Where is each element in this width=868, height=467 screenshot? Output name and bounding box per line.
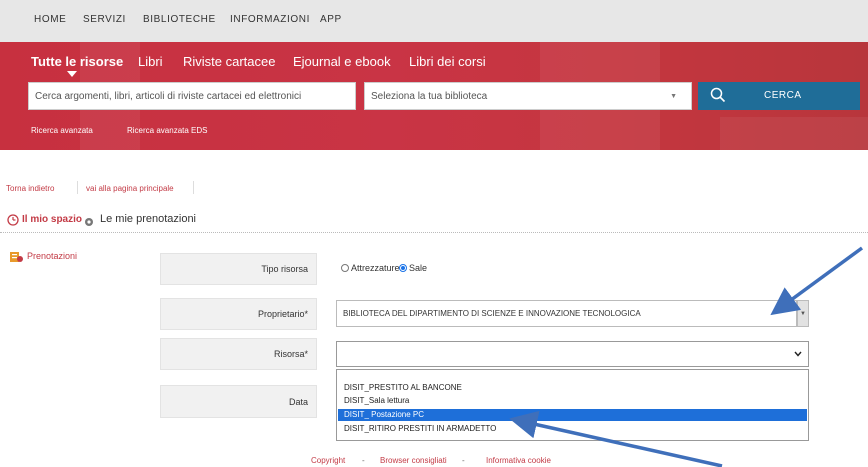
proprietario-label: Proprietario* — [160, 298, 317, 330]
booking-icon — [10, 250, 23, 268]
library-select-value: Seleziona la tua biblioteca — [371, 90, 488, 102]
radio-sale[interactable] — [399, 264, 407, 272]
page-title: Le mie prenotazioni — [100, 213, 197, 225]
search-banner: Tutte le risorse Libri Riviste cartacee … — [0, 42, 868, 150]
library-select[interactable]: Seleziona la tua biblioteca ▼ — [364, 82, 692, 110]
breadcrumb-divider — [77, 181, 78, 194]
data-label: Data — [160, 385, 317, 418]
tab-riviste-cartacee[interactable]: Riviste cartacee — [183, 54, 275, 69]
sidebar-item-prenotazioni[interactable]: Prenotazioni — [27, 251, 77, 261]
proprietario-label-text: Proprietario* — [257, 309, 308, 319]
nav-biblioteche[interactable]: BIBLIOTECHE — [143, 14, 216, 25]
tab-libri-dei-corsi[interactable]: Libri dei corsi — [409, 54, 486, 69]
risorsa-option[interactable]: DISIT_Sala lettura — [338, 395, 807, 407]
footer-separator: - — [462, 456, 465, 465]
browser-consigliati-link[interactable]: Browser consigliati — [380, 456, 447, 465]
active-tab-indicator-icon — [67, 71, 77, 77]
tipo-risorsa-label: Tipo risorsa — [160, 253, 317, 285]
risorsa-label: Risorsa* — [160, 338, 317, 370]
copyright-link[interactable]: Copyright — [311, 456, 345, 465]
breadcrumb-divider — [193, 181, 194, 194]
tab-libri[interactable]: Libri — [138, 54, 163, 69]
back-link[interactable]: Torna indietro — [6, 184, 54, 193]
tab-tutte-le-risorse[interactable]: Tutte le risorse — [31, 54, 123, 69]
search-button-label: CERCA — [764, 90, 802, 101]
top-navigation-bar: HOME SERVIZI BIBLIOTECHE INFORMAZIONI AP… — [0, 0, 868, 42]
chevron-down-icon — [794, 350, 802, 359]
footer-separator: - — [362, 456, 365, 465]
tipo-risorsa-label-text: Tipo risorsa — [261, 264, 308, 274]
risorsa-option[interactable]: DISIT_PRESTITO AL BANCONE — [338, 382, 807, 394]
gear-icon — [84, 214, 94, 232]
nav-informazioni[interactable]: INFORMAZIONI — [230, 14, 310, 25]
nav-servizi[interactable]: SERVIZI — [83, 14, 126, 25]
nav-app[interactable]: APP — [320, 14, 342, 25]
home-link[interactable]: vai alla pagina principale — [86, 184, 174, 193]
search-icon — [710, 87, 726, 106]
search-input[interactable]: Cerca argomenti, libri, articoli di rivi… — [28, 82, 356, 110]
advanced-search-link[interactable]: Ricerca avanzata — [31, 126, 93, 135]
informativa-cookie-link[interactable]: Informativa cookie — [486, 456, 551, 465]
clock-icon — [7, 213, 19, 231]
chevron-down-icon: ▼ — [800, 310, 806, 317]
risorsa-options-list: DISIT_PRESTITO AL BANCONE DISIT_Sala let… — [336, 369, 809, 441]
search-button[interactable]: CERCA — [698, 82, 860, 110]
chevron-down-icon: ▼ — [670, 93, 677, 100]
data-label-text: Data — [288, 396, 308, 407]
radio-attrezzature[interactable] — [341, 264, 349, 272]
risorsa-option[interactable]: DISIT_RITIRO PRESTITI IN ARMADETTO — [338, 423, 807, 435]
advanced-search-eds-link[interactable]: Ricerca avanzata EDS — [127, 126, 207, 135]
radio-sale-label: Sale — [409, 263, 428, 273]
proprietario-select[interactable]: BIBLIOTECA DEL DIPARTIMENTO DI SCIENZE E… — [336, 300, 797, 327]
banner-decoration — [720, 117, 868, 150]
my-space-link[interactable]: Il mio spazio — [22, 214, 82, 225]
risorsa-option-highlighted[interactable]: DISIT_ Postazione PC — [338, 409, 807, 421]
proprietario-value: BIBLIOTECA DEL DIPARTIMENTO DI SCIENZE E… — [343, 309, 641, 318]
search-input-placeholder: Cerca argomenti, libri, articoli di rivi… — [35, 90, 302, 102]
nav-home[interactable]: HOME — [34, 14, 66, 25]
risorsa-select[interactable] — [336, 341, 809, 367]
risorsa-label-text: Risorsa* — [273, 349, 308, 359]
section-divider — [0, 232, 868, 233]
tab-ejournal-ebook[interactable]: Ejournal e ebook — [293, 54, 391, 69]
radio-attrezzature-label: Attrezzature — [351, 263, 400, 273]
proprietario-dropdown-button[interactable]: ▼ — [797, 300, 809, 327]
